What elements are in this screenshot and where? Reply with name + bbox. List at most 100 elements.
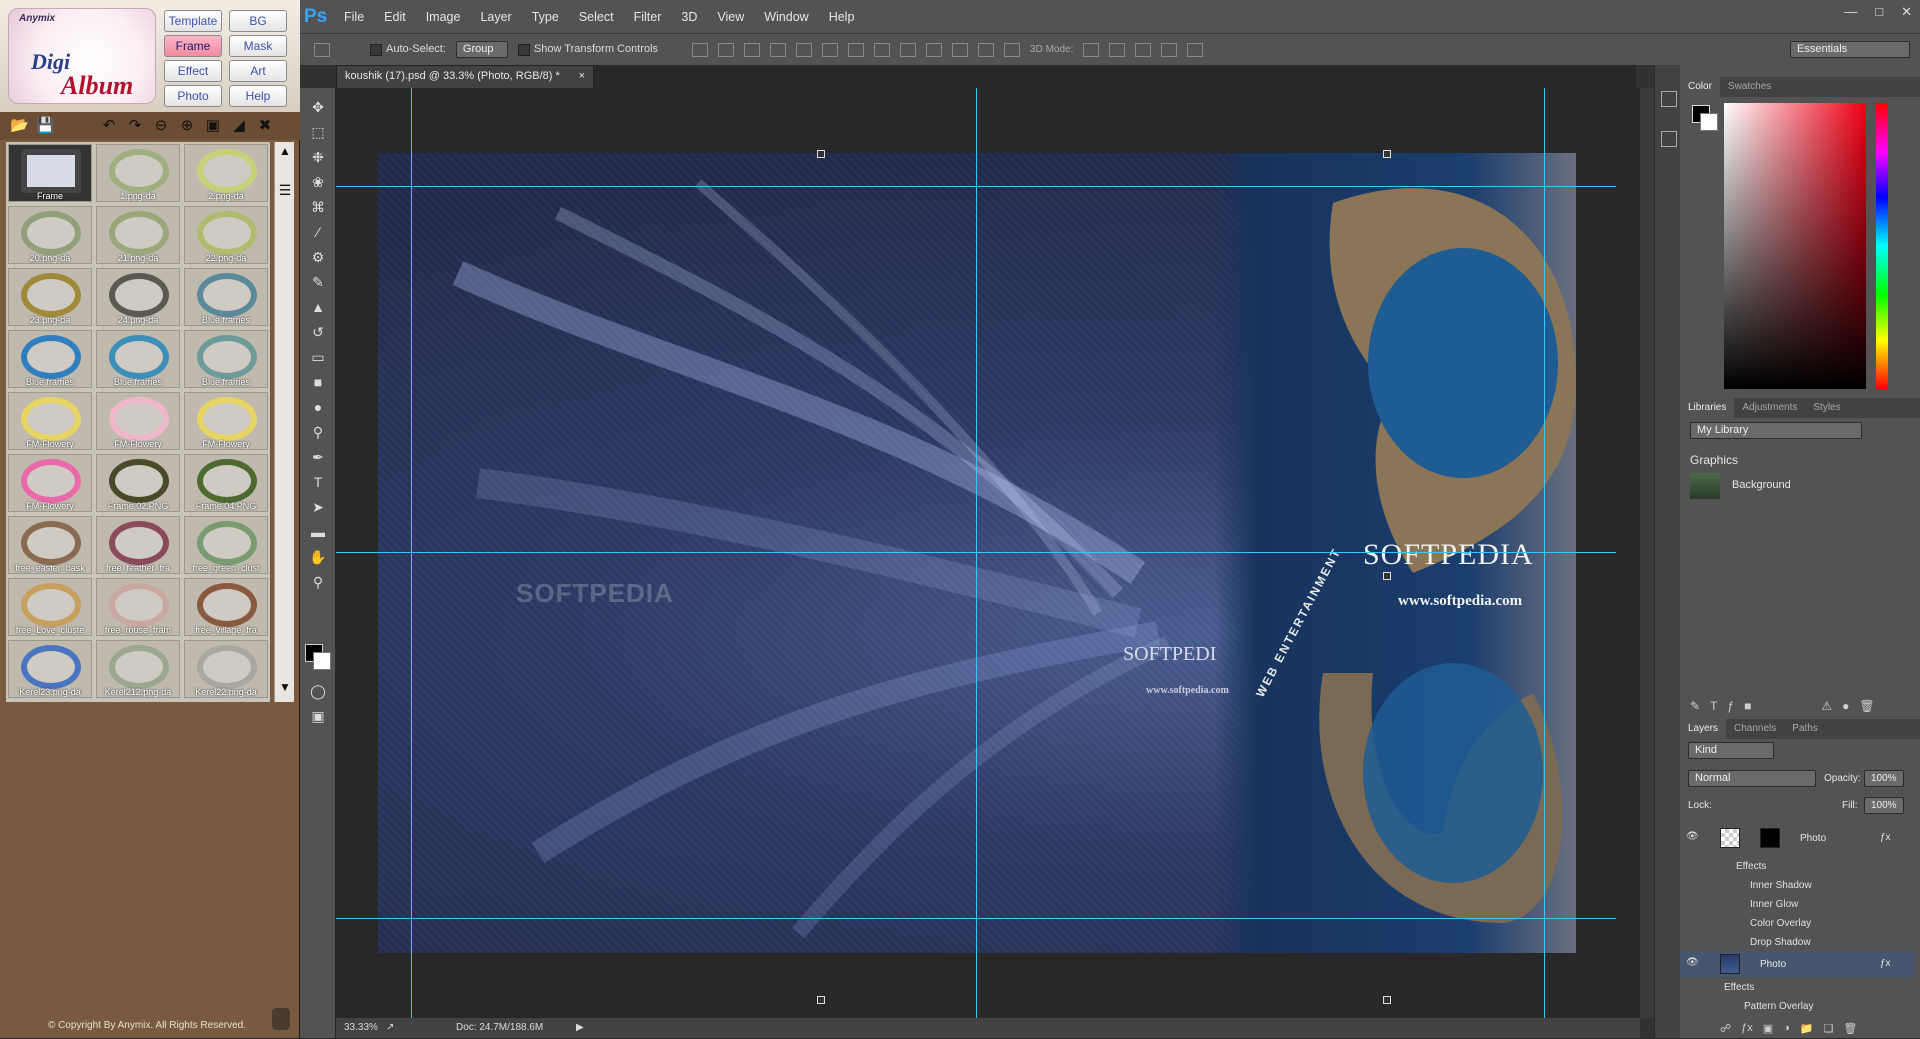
visibility-icon[interactable]: 👁 xyxy=(1686,831,1699,842)
screen-mode-icon[interactable]: ▣ xyxy=(307,705,329,727)
distribute-vcenter-icon[interactable] xyxy=(874,42,891,57)
export-icon[interactable]: ↗ xyxy=(386,1018,394,1038)
quick-mask-icon[interactable]: ◯ xyxy=(307,680,329,702)
distribute-bottom-icon[interactable] xyxy=(900,42,917,57)
tab-libraries[interactable]: Libraries xyxy=(1680,398,1735,418)
zoom-out-icon[interactable]: ⊖ xyxy=(152,117,170,135)
undo-icon[interactable]: ↶ xyxy=(100,117,118,135)
blur-tool-icon[interactable]: ● xyxy=(307,396,329,418)
properties-panel-icon[interactable] xyxy=(1661,131,1677,147)
vertical-scrollbar[interactable] xyxy=(1640,88,1654,1018)
type-tool-icon[interactable]: T xyxy=(307,471,329,493)
layer-name[interactable]: Photo xyxy=(1800,833,1826,844)
frame-thumbnail[interactable]: free_feather_fra xyxy=(96,516,180,574)
menu-type[interactable]: Type xyxy=(522,10,569,24)
layer-fx-icon[interactable]: ƒx xyxy=(1880,832,1891,843)
help-button[interactable]: Help xyxy=(229,85,287,107)
distribute-right-icon[interactable] xyxy=(978,42,995,57)
layer-row-selected[interactable]: 👁 Photo ƒx xyxy=(1680,951,1914,977)
frame-button[interactable]: Frame xyxy=(164,35,222,57)
zoom-tool-icon[interactable]: ⚲ xyxy=(307,571,329,593)
hand-tool-icon[interactable]: ✋ xyxy=(307,546,329,568)
auto-align-icon[interactable] xyxy=(1004,42,1021,57)
menu-image[interactable]: Image xyxy=(416,10,471,24)
menu-window[interactable]: Window xyxy=(754,10,818,24)
redo-icon[interactable]: ↷ xyxy=(126,117,144,135)
scroll-up-icon[interactable]: ▲ xyxy=(275,144,295,164)
maximize-icon[interactable]: □ xyxy=(1875,4,1883,20)
frame-thumbnail[interactable]: Blue frames xyxy=(8,330,92,388)
align-right-icon[interactable] xyxy=(822,42,839,57)
zoom-in-icon[interactable]: ⊕ xyxy=(178,117,196,135)
add-mask-icon[interactable]: ▣ xyxy=(1763,1022,1773,1035)
layer-kind-filter[interactable]: Kind xyxy=(1688,742,1774,759)
bg-button[interactable]: BG xyxy=(229,10,287,32)
menu-file[interactable]: File xyxy=(334,10,374,24)
menu-layer[interactable]: Layer xyxy=(470,10,521,24)
effect-pattern-overlay[interactable]: Pattern Overlay xyxy=(1744,1001,1813,1012)
background-graphic-thumbnail[interactable] xyxy=(1690,473,1720,499)
pen-tool-icon[interactable]: ✒ xyxy=(307,446,329,468)
tab-styles[interactable]: Styles xyxy=(1805,398,1848,418)
move-tool-icon[interactable]: ✥ xyxy=(307,96,329,118)
transform-handle[interactable] xyxy=(1383,150,1391,158)
scroll-down-icon[interactable]: ▼ xyxy=(275,680,295,700)
tab-layers[interactable]: Layers xyxy=(1680,719,1727,739)
align-bottom-icon[interactable] xyxy=(744,42,761,57)
marquee-tool-icon[interactable]: ⬚ xyxy=(307,121,329,143)
frame-thumbnail[interactable]: FM-Flowery xyxy=(8,392,92,450)
eyedropper-tool-icon[interactable]: ⁄ xyxy=(307,221,329,243)
mask-button[interactable]: Mask xyxy=(229,35,287,57)
frame-thumbnail[interactable]: FM-Flowery xyxy=(184,392,268,450)
layer-row[interactable]: 👁 Photo ƒx xyxy=(1680,825,1914,851)
sync-icon[interactable]: ● xyxy=(1842,699,1849,713)
library-select[interactable]: My Library xyxy=(1690,422,1862,439)
frame-thumbnail[interactable]: 21.png-da xyxy=(96,206,180,264)
stamp-tool-icon[interactable]: ▲ xyxy=(307,296,329,318)
fill-input[interactable]: 100% xyxy=(1864,797,1904,814)
frame-thumbnail[interactable]: Frame xyxy=(8,144,92,202)
eraser-tool-icon[interactable]: ▭ xyxy=(307,346,329,368)
frame-thumbnail[interactable]: 23.png-da xyxy=(8,268,92,326)
align-left-icon[interactable] xyxy=(770,42,787,57)
tab-channels[interactable]: Channels xyxy=(1726,719,1784,739)
menu-view[interactable]: View xyxy=(707,10,754,24)
frame-thumbnail[interactable]: free_village_fra xyxy=(184,578,268,636)
delete-layer-icon[interactable]: 🗑 xyxy=(1843,1022,1857,1035)
frame-thumbnail[interactable]: Blue frames xyxy=(96,330,180,388)
effect-color-overlay[interactable]: Color Overlay xyxy=(1750,918,1811,929)
menu-filter[interactable]: Filter xyxy=(624,10,672,24)
3d-scale-icon[interactable] xyxy=(1187,42,1204,57)
frame-thumbnail[interactable]: Blue frames xyxy=(184,268,268,326)
minimize-icon[interactable]: — xyxy=(1844,4,1857,20)
transform-handle[interactable] xyxy=(817,996,825,1004)
shape-tool-icon[interactable]: ▬ xyxy=(307,521,329,543)
open-folder-icon[interactable]: 📂 xyxy=(10,117,29,135)
frame-thumbnail[interactable]: free_easter_bask xyxy=(8,516,92,574)
new-adjustment-icon[interactable]: ◑ xyxy=(1783,1022,1790,1034)
transform-handle[interactable] xyxy=(1383,572,1391,580)
tab-swatches[interactable]: Swatches xyxy=(1720,77,1779,97)
effect-button[interactable]: Effect xyxy=(164,60,222,82)
history-brush-icon[interactable]: ↺ xyxy=(307,321,329,343)
effect-inner-shadow[interactable]: Inner Shadow xyxy=(1750,880,1812,891)
menu-edit[interactable]: Edit xyxy=(374,10,416,24)
menu-help[interactable]: Help xyxy=(819,10,865,24)
background-graphic-label[interactable]: Background xyxy=(1732,479,1791,491)
3d-pan-icon[interactable] xyxy=(1135,42,1152,57)
frame-thumbnail[interactable]: Kerel23.png-da xyxy=(8,640,92,698)
add-text-icon[interactable]: T xyxy=(1710,699,1717,713)
menu-select[interactable]: Select xyxy=(569,10,624,24)
distribute-left-icon[interactable] xyxy=(926,42,943,57)
frame-thumbnail[interactable]: Frame 04.PNG xyxy=(184,454,268,512)
tab-color[interactable]: Color xyxy=(1680,77,1720,97)
canvas-area[interactable]: SOFTPEDIA www.softpedia.com SOFTPEDI www… xyxy=(336,88,1640,1018)
template-button[interactable]: Template xyxy=(164,10,222,32)
auto-select-checkbox[interactable]: Auto-Select: xyxy=(370,43,446,56)
frame-thumbnail[interactable]: 2.png-da xyxy=(184,144,268,202)
fill-icon[interactable]: ▣ xyxy=(204,117,222,135)
3d-roll-icon[interactable] xyxy=(1109,42,1126,57)
hue-slider[interactable] xyxy=(1876,103,1888,389)
visibility-icon[interactable]: 👁 xyxy=(1686,957,1699,968)
frame-thumbnail[interactable]: free_Love_cluste xyxy=(8,578,92,636)
